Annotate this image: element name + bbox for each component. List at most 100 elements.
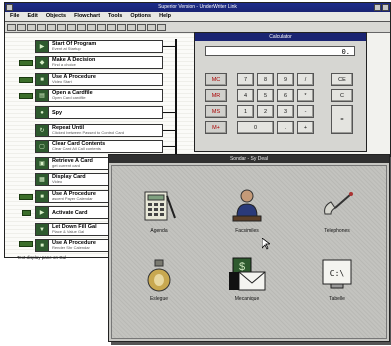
- launcher-title: Sondar - Sy Deal: [229, 156, 269, 162]
- calc-key-6[interactable]: 6: [277, 89, 294, 102]
- menu-flowchart[interactable]: Flowchart: [71, 12, 105, 21]
- monitor-icon: C:\: [322, 259, 352, 289]
- app-label: Agenda: [150, 228, 168, 234]
- flow-step[interactable]: ● Spy: [35, 106, 163, 119]
- calc-key-plus[interactable]: +: [297, 121, 314, 134]
- minimize-button[interactable]: [374, 4, 381, 11]
- calc-key-mc[interactable]: MC: [205, 73, 227, 86]
- branch-marker[interactable]: [19, 194, 33, 200]
- calc-key-c[interactable]: C: [331, 89, 353, 102]
- system-menu-button[interactable]: [6, 4, 13, 11]
- app-label: Mecanique: [234, 296, 260, 302]
- toolbar-button[interactable]: [47, 23, 56, 31]
- branch-marker[interactable]: [19, 77, 33, 83]
- flow-step[interactable]: ▢ Clear Card Contents Clear Card All Call…: [35, 140, 163, 153]
- flow-step-subtitle: Video Start: [52, 79, 72, 85]
- branch-marker[interactable]: [19, 241, 33, 247]
- toolbar-button[interactable]: [97, 23, 106, 31]
- calc-key-4[interactable]: 4: [237, 89, 254, 102]
- app-tile-mecanique[interactable]: $ Mecanique: [212, 254, 282, 302]
- flow-step-icon: ■: [36, 191, 49, 202]
- calc-key-equals[interactable]: =: [331, 105, 353, 134]
- flow-step[interactable]: ◆ Make A Decision Find a choice: [35, 56, 163, 69]
- app-tile-agenda[interactable]: Agenda: [124, 186, 194, 234]
- launcher-window: Sondar - Sy Deal Agenda Facsimiles Telep…: [108, 154, 390, 342]
- menu-help[interactable]: Help: [156, 12, 176, 21]
- flow-step[interactable]: ↻ Repeat Until Clicked between Passed to …: [35, 124, 163, 137]
- calc-key-multiply[interactable]: *: [297, 89, 314, 102]
- menu-file[interactable]: File: [7, 12, 24, 21]
- window-title: Superior Version - UnderWriter Link: [158, 4, 237, 10]
- calculator-window: Calculator 0. MC MR MS M+ 7 8 9 / CE 4 5…: [194, 32, 367, 152]
- calc-key-1[interactable]: 1: [237, 105, 254, 118]
- app-label: Tabelle: [329, 296, 345, 302]
- toolbar-button[interactable]: [147, 23, 156, 31]
- calculator-title-bar[interactable]: Calculator: [195, 33, 366, 41]
- calc-key-ce[interactable]: CE: [331, 73, 353, 86]
- maximize-button[interactable]: [382, 4, 389, 11]
- calc-key-7[interactable]: 7: [237, 73, 254, 86]
- flow-step-subtitle: Open Card cardfile: [52, 95, 86, 101]
- toolbar-button[interactable]: [57, 23, 66, 31]
- menu-tools[interactable]: Tools: [105, 12, 127, 21]
- toolbar-button[interactable]: [67, 23, 76, 31]
- launcher-icon-area: Agenda Facsimiles Telephones Eslegue $ M…: [111, 165, 387, 339]
- calc-key-5[interactable]: 5: [257, 89, 274, 102]
- flow-connector-line: [163, 112, 175, 113]
- branch-marker[interactable]: [19, 60, 33, 66]
- branch-marker[interactable]: [22, 210, 31, 216]
- calc-key-3[interactable]: 3: [277, 105, 294, 118]
- toolbar-button[interactable]: [137, 23, 146, 31]
- flow-step-subtitle: Find a choice: [52, 62, 76, 68]
- calc-key-mplus[interactable]: M+: [205, 121, 227, 134]
- calc-key-minus[interactable]: -: [297, 105, 314, 118]
- calc-key-8[interactable]: 8: [257, 73, 274, 86]
- toolbar-button[interactable]: [37, 23, 46, 31]
- toolbar-button[interactable]: [107, 23, 116, 31]
- toolbar-button[interactable]: [27, 23, 36, 31]
- toolbar-button[interactable]: [117, 23, 126, 31]
- flow-step[interactable]: ■ Use A Procedure Video Start: [35, 73, 163, 86]
- flow-step-icon: ●: [36, 107, 49, 118]
- app-tile-tabelle[interactable]: C:\ Tabelle: [302, 254, 372, 302]
- flow-step-subtitle: ascent Payer Calendar: [52, 196, 93, 202]
- flow-step-icon: ■: [36, 240, 49, 251]
- mouse-pointer-icon: [262, 238, 270, 250]
- calc-key-0[interactable]: 0: [237, 121, 274, 134]
- handset-icon: [324, 192, 353, 215]
- status-text: Text display pane on Gul: [17, 255, 67, 260]
- toolbar-button[interactable]: [7, 23, 16, 31]
- menu-objects[interactable]: Objects: [43, 12, 71, 21]
- flow-step-icon: ↻: [36, 125, 49, 136]
- flow-step-title: Spy: [52, 109, 63, 116]
- flow-connector-line: [163, 146, 175, 147]
- flow-step-subtitle: Render Shr Calendar: [52, 245, 90, 251]
- main-title-bar[interactable]: Superior Version - UnderWriter Link: [5, 3, 390, 12]
- calc-key-mr[interactable]: MR: [205, 89, 227, 102]
- app-tile-eslegue[interactable]: Eslegue: [124, 254, 194, 302]
- toolbar-button[interactable]: [127, 23, 136, 31]
- flow-step-subtitle: Clear Card All Call contents: [52, 146, 101, 152]
- app-tile-telephones[interactable]: Telephones: [302, 186, 372, 234]
- menu-options[interactable]: Options: [127, 12, 156, 21]
- menu-edit[interactable]: Edit: [24, 12, 42, 21]
- launcher-title-bar[interactable]: Sondar - Sy Deal: [109, 155, 389, 163]
- calc-key-decimal[interactable]: .: [277, 121, 294, 134]
- toolbar-button[interactable]: [87, 23, 96, 31]
- app-tile-facsimiles[interactable]: Facsimiles: [212, 186, 282, 234]
- person-at-desk-icon: [232, 189, 262, 222]
- calc-key-9[interactable]: 9: [277, 73, 294, 86]
- toolbar-button[interactable]: [77, 23, 86, 31]
- calculator-notepad-icon: [144, 191, 176, 221]
- toolbar-button[interactable]: [157, 23, 166, 31]
- flow-step-icon: ▣: [36, 158, 49, 169]
- svg-text:$: $: [239, 261, 245, 273]
- flow-step[interactable]: ▶ Start Of Program Event at Startup: [35, 40, 163, 53]
- calc-key-2[interactable]: 2: [257, 105, 274, 118]
- flow-step[interactable]: ▤ Open a Cardfile Open Card cardfile: [35, 89, 163, 102]
- branch-marker[interactable]: [19, 93, 33, 99]
- flow-step-icon: ▶: [36, 41, 49, 52]
- calc-key-divide[interactable]: /: [297, 73, 314, 86]
- toolbar-button[interactable]: [17, 23, 26, 31]
- calc-key-ms[interactable]: MS: [205, 105, 227, 118]
